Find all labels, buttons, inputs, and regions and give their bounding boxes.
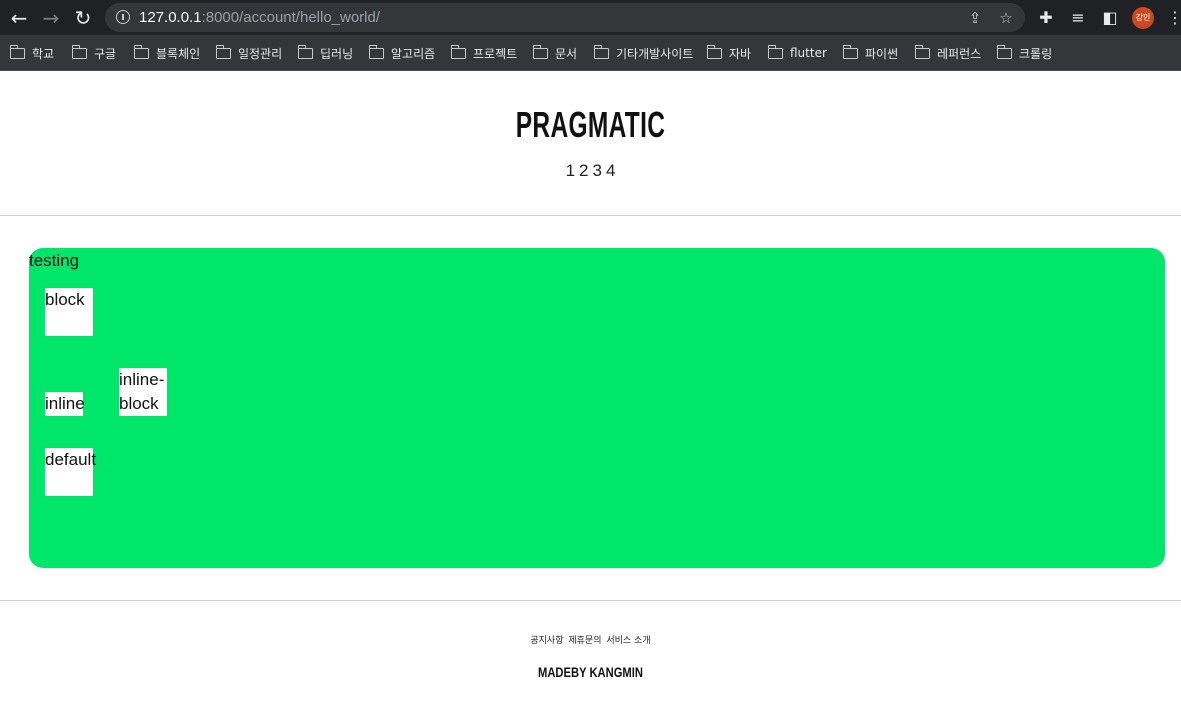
default-box: default <box>45 448 97 496</box>
bookmark-label: 일정관리 <box>238 46 283 61</box>
reload-icon[interactable]: ↻ <box>72 7 94 29</box>
folder-icon <box>532 44 548 59</box>
bookmark-folder[interactable]: 파이썬 <box>842 44 899 61</box>
bookmark-label: 기타개발사이트 <box>616 46 694 61</box>
url-path: :8000/account/hello_world/ <box>201 9 381 26</box>
bookmark-label: 문서 <box>555 46 578 61</box>
bookmark-folder[interactable]: 크롤링 <box>996 44 1053 61</box>
bookmark-folder[interactable]: 일정관리 <box>215 44 283 61</box>
box-label: inline-block <box>119 370 165 413</box>
folder-icon <box>297 44 313 59</box>
folder-icon <box>215 44 231 59</box>
address-bar[interactable]: 127.0.0.1:8000/account/hello_world/ ⇪ ☆ <box>105 3 1025 32</box>
folder-icon <box>450 44 466 59</box>
bookmark-label: 프로젝트 <box>473 46 518 61</box>
folder-icon <box>368 44 384 59</box>
folder-icon <box>767 44 783 59</box>
back-arrow-icon[interactable]: ← <box>8 7 30 29</box>
block-box: block <box>45 288 93 336</box>
site-info-icon[interactable] <box>116 10 130 24</box>
folder-icon <box>842 44 858 59</box>
footer-link[interactable]: 서비스 소개 <box>606 636 650 646</box>
nav-link[interactable]: 2 <box>579 161 588 180</box>
bookmark-label: 크롤링 <box>1019 46 1053 61</box>
bookmark-star-icon[interactable]: ☆ <box>997 9 1015 27</box>
folder-icon <box>996 44 1012 59</box>
bookmark-folder[interactable]: 자바 <box>706 44 752 61</box>
bookmark-label: 파이썬 <box>865 46 899 61</box>
side-panel-icon[interactable]: ◧ <box>1100 8 1120 28</box>
bookmark-label: 학교 <box>32 46 55 61</box>
bookmark-folder[interactable]: 문서 <box>532 44 578 61</box>
nav-link[interactable]: 1 <box>566 161 575 180</box>
folder-icon <box>914 44 930 59</box>
footer-divider <box>0 600 1181 601</box>
more-menu-icon[interactable]: ⋮ <box>1165 8 1181 28</box>
bookmark-folder[interactable]: flutter <box>767 44 827 61</box>
media-queue-icon[interactable]: ≡ <box>1068 8 1088 28</box>
bookmark-label: flutter <box>790 46 827 60</box>
header-nav: 1234 <box>0 161 1181 181</box>
forward-arrow-icon[interactable]: → <box>40 7 62 29</box>
url-host: 127.0.0.1 <box>139 9 202 26</box>
bookmark-folder[interactable]: 기타개발사이트 <box>593 44 694 61</box>
bookmark-folder[interactable]: 블록체인 <box>133 44 201 61</box>
bookmark-label: 알고리즘 <box>391 46 436 61</box>
inline-block-box: inline-block <box>119 368 167 416</box>
bookmark-folder[interactable]: 학교 <box>9 44 55 61</box>
bookmark-label: 블록체인 <box>156 46 201 61</box>
testing-container: testing block inline inline-block defaul… <box>29 248 1165 568</box>
inline-box: inline <box>45 392 85 416</box>
share-icon[interactable]: ⇪ <box>966 9 984 27</box>
bookmark-folder[interactable]: 구글 <box>71 44 117 61</box>
folder-icon <box>9 44 25 59</box>
footer-credit: MADEBY KANGMIN <box>538 664 643 680</box>
bookmark-label: 구글 <box>94 46 117 61</box>
site-logo[interactable]: PRAGMATIC <box>189 104 992 146</box>
nav-link[interactable]: 3 <box>593 161 602 180</box>
box-label: block <box>45 290 85 309</box>
section-label: testing <box>29 251 80 270</box>
bookmark-folder[interactable]: 레퍼런스 <box>914 44 982 61</box>
bookmark-label: 레퍼런스 <box>937 46 982 61</box>
folder-icon <box>133 44 149 59</box>
bookmark-label: 자바 <box>729 46 752 61</box>
box-label: inline <box>45 394 85 413</box>
url-text[interactable]: 127.0.0.1:8000/account/hello_world/ <box>139 9 380 26</box>
footer-link[interactable]: 제휴문의 <box>568 636 601 646</box>
bookmark-folder[interactable]: 프로젝트 <box>450 44 518 61</box>
bookmarks-bar: 학교 구글 블록체인 일정관리 딥러닝 알고리즘 프로젝트 문서 기타개발사이트… <box>0 35 1181 71</box>
profile-avatar[interactable]: 강민 <box>1132 7 1154 29</box>
bookmark-folder[interactable]: 알고리즘 <box>368 44 436 61</box>
folder-icon <box>71 44 87 59</box>
folder-icon <box>593 44 609 59</box>
browser-toolbar: ← → ↻ 127.0.0.1:8000/account/hello_world… <box>0 0 1181 35</box>
box-label: default <box>45 450 97 469</box>
bookmark-folder[interactable]: 딥러닝 <box>297 44 354 61</box>
footer-link[interactable]: 공지사항 <box>530 636 563 646</box>
bookmark-label: 딥러닝 <box>320 46 354 61</box>
nav-link[interactable]: 4 <box>606 161 615 180</box>
folder-icon <box>706 44 722 59</box>
header-divider <box>0 215 1181 216</box>
extensions-puzzle-icon[interactable]: ✚ <box>1036 8 1056 28</box>
footer-links: 공지사항 제휴문의 서비스 소개 <box>0 633 1181 646</box>
